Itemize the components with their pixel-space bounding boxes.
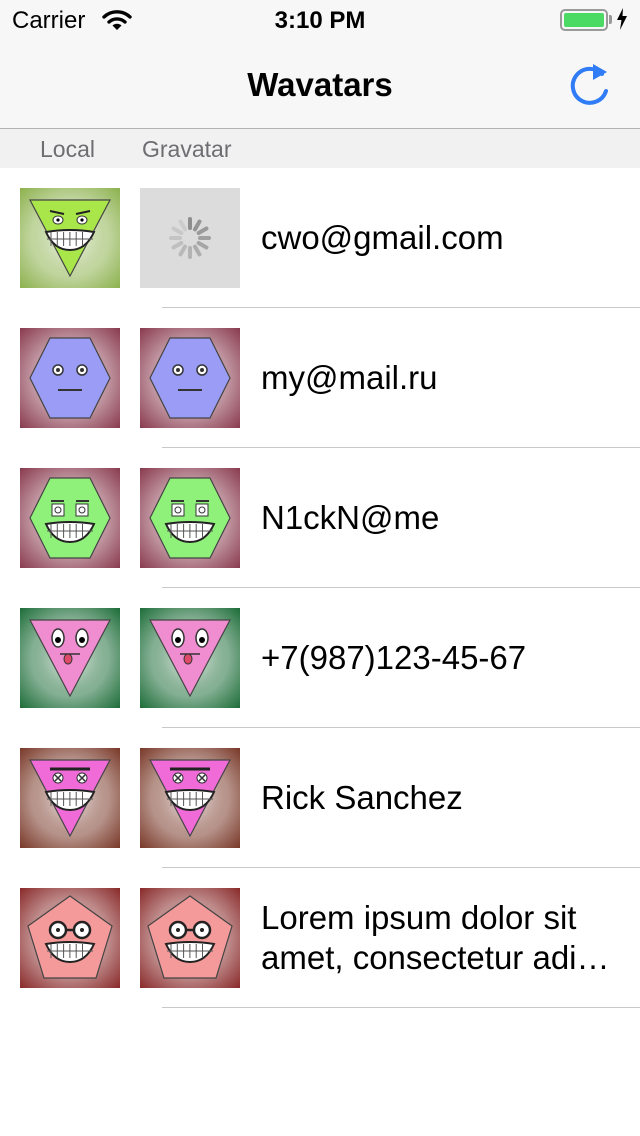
battery-icon xyxy=(560,9,608,31)
activity-spinner-icon xyxy=(169,217,211,259)
row-label: N1ckN@me xyxy=(261,499,440,536)
refresh-button[interactable] xyxy=(562,58,618,114)
local-wavatar-image xyxy=(20,328,120,428)
page-title: Wavatars xyxy=(247,66,393,103)
row-label: cwo@gmail.com xyxy=(261,219,504,256)
gravatar-image xyxy=(140,748,240,848)
gravatar-image xyxy=(140,888,240,988)
local-wavatar-image xyxy=(20,748,120,848)
local-wavatar-image xyxy=(20,188,120,288)
row-separator xyxy=(162,1007,640,1008)
row-label: +7(987)123-45-67 xyxy=(261,639,527,676)
row-label: Rick Sanchez xyxy=(261,779,463,816)
gravatar-image xyxy=(140,468,240,568)
refresh-icon xyxy=(570,64,608,105)
avatar-list: cwo@gmail.com my@mail.ru N1ckN@me +7(987… xyxy=(0,168,640,1008)
table-row[interactable]: cwo@gmail.com xyxy=(0,168,640,308)
table-row[interactable]: Rick Sanchez xyxy=(0,728,640,868)
column-header-gravatar: Gravatar xyxy=(142,136,232,162)
table-row[interactable]: Lorem ipsum dolor sit amet, consectetur … xyxy=(0,868,640,1008)
table-row[interactable]: my@mail.ru xyxy=(0,308,640,448)
battery-nub xyxy=(609,15,612,24)
status-time: 3:10 PM xyxy=(274,7,366,34)
local-wavatar-image xyxy=(20,608,120,708)
table-row[interactable]: +7(987)123-45-67 xyxy=(0,588,640,728)
local-wavatar-image xyxy=(20,888,120,988)
section-header: Local Gravatar xyxy=(0,129,640,168)
local-wavatar-image xyxy=(20,468,120,568)
gravatar-image xyxy=(140,608,240,708)
charging-bolt-icon xyxy=(616,8,628,35)
gravatar-loading-placeholder xyxy=(140,188,240,288)
status-bar: Carrier 3:10 PM xyxy=(0,0,640,40)
navigation-bar: Wavatars xyxy=(0,40,640,129)
table-row[interactable]: N1ckN@me xyxy=(0,448,640,588)
gravatar-image xyxy=(140,328,240,428)
column-header-local: Local xyxy=(40,136,95,162)
row-label: Lorem ipsum dolor sit amet, consectetur … xyxy=(261,899,610,976)
row-label: my@mail.ru xyxy=(261,359,438,396)
